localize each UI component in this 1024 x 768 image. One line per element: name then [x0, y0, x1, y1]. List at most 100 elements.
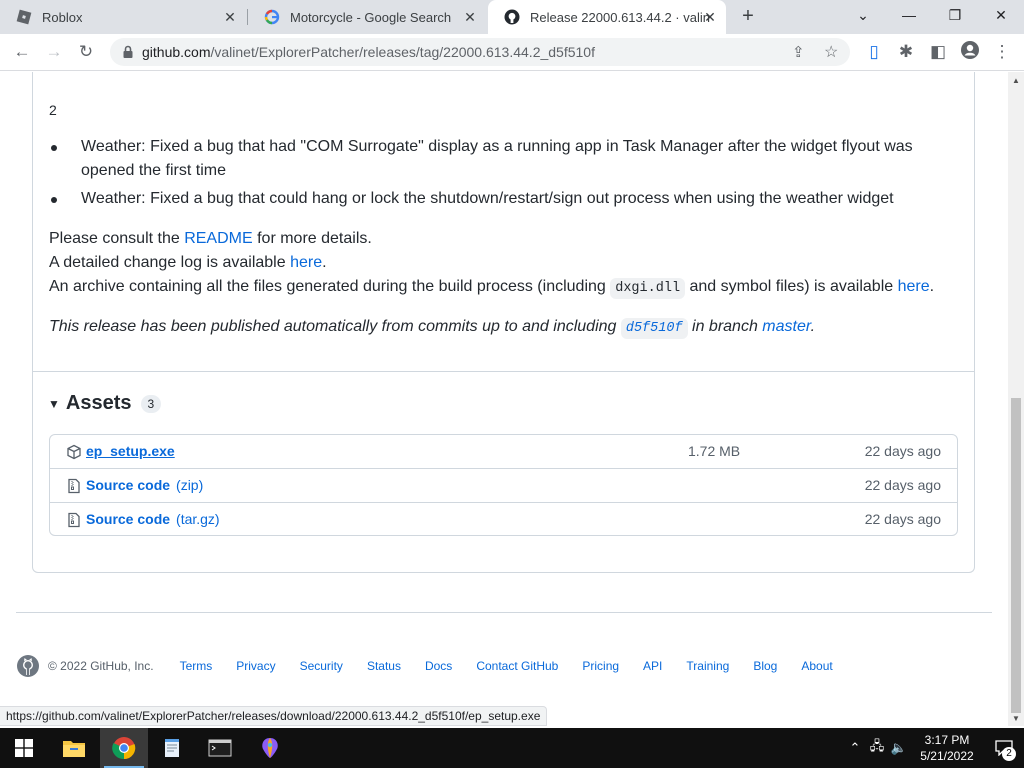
share-icon[interactable]: ⇪: [792, 43, 805, 61]
notepad-app[interactable]: [148, 728, 196, 768]
paint-app[interactable]: [246, 728, 294, 768]
assets-count-badge: 3: [140, 394, 162, 413]
profile-avatar-icon[interactable]: [958, 40, 982, 64]
tab-roblox[interactable]: Roblox ✕: [0, 0, 246, 34]
chrome-icon: [112, 737, 136, 760]
clock[interactable]: 3:17 PM 5/21/2022: [910, 732, 984, 764]
file-zip-icon: [66, 478, 82, 494]
footer-link-contact[interactable]: Contact GitHub: [476, 659, 558, 673]
text: Please consult the: [49, 230, 185, 247]
asset-date: 22 days ago: [864, 511, 941, 527]
close-tab-icon[interactable]: ✕: [462, 9, 478, 25]
file-explorer-app[interactable]: [50, 728, 98, 768]
changelog-link[interactable]: here: [290, 254, 322, 271]
asset-row: ep_setup.exe 1.72 MB 22 days ago: [50, 435, 957, 468]
notification-center-button[interactable]: 2: [984, 728, 1024, 768]
browser-toolbar: ← → ↻ github.com/valinet/ExplorerPatcher…: [0, 34, 1024, 71]
branch-link[interactable]: master: [762, 318, 810, 335]
footer-link-terms[interactable]: Terms: [180, 659, 213, 673]
bookmark-star-icon[interactable]: ☆: [824, 42, 838, 62]
archive-link[interactable]: here: [898, 278, 930, 295]
dxgi-code: dxgi.dll: [610, 278, 686, 299]
command-prompt-app[interactable]: [196, 728, 244, 768]
link-status-bubble: https://github.com/valinet/ExplorerPatch…: [0, 706, 548, 726]
caret-down-icon: ▼: [48, 396, 60, 411]
url-text[interactable]: github.com/valinet/ExplorerPatcher/relea…: [142, 44, 595, 60]
footer-link-docs[interactable]: Docs: [425, 659, 452, 673]
restore-button[interactable]: ❐: [932, 0, 978, 30]
asset-size: 1.72 MB: [688, 443, 741, 459]
asset-link-source-zip[interactable]: Source code (zip): [86, 477, 203, 493]
text: in branch: [687, 318, 763, 335]
asset-link-ep-setup[interactable]: ep_setup.exe: [86, 443, 175, 459]
footer-link-security[interactable]: Security: [300, 659, 343, 673]
forward-button[interactable]: →: [42, 40, 66, 64]
close-tab-icon[interactable]: ✕: [222, 9, 238, 25]
roblox-icon: [16, 9, 32, 25]
commit-link[interactable]: d5f510f: [620, 318, 688, 339]
notification-count-badge: 2: [1002, 747, 1016, 761]
footer-link-training[interactable]: Training: [686, 659, 729, 673]
extensions-puzzle-icon[interactable]: ✱: [894, 40, 918, 64]
volume-icon[interactable]: 🔈: [888, 740, 910, 756]
asset-link-source-targz[interactable]: Source code (tar.gz): [86, 511, 220, 527]
clock-time: 3:17 PM: [924, 733, 970, 747]
text: and symbol files) is available: [685, 278, 898, 295]
start-button[interactable]: [0, 728, 48, 768]
text: .: [322, 254, 327, 271]
page-content: 2 Weather: Fixed a bug that had "COM Sur…: [0, 72, 1008, 726]
text: .: [929, 278, 935, 295]
text: for more details.: [252, 230, 372, 247]
reload-button[interactable]: ↻: [74, 40, 98, 64]
extension-icon[interactable]: ▯: [862, 40, 886, 64]
tab-title: Roblox: [42, 9, 83, 25]
lock-icon[interactable]: [120, 44, 136, 60]
scroll-down-arrow-icon[interactable]: ▼: [1012, 714, 1020, 723]
release-number: 2: [49, 102, 57, 118]
assets-toggle[interactable]: ▼ Assets 3: [48, 392, 162, 415]
footer-link-about[interactable]: About: [801, 659, 832, 673]
footer-link-status[interactable]: Status: [367, 659, 401, 673]
close-window-button[interactable]: ✕: [978, 0, 1024, 30]
archive-line: An archive containing all the files gene…: [49, 275, 934, 301]
scroll-up-arrow-icon[interactable]: ▲: [1012, 76, 1020, 85]
list-item: Weather: Fixed a bug that had "COM Surro…: [48, 135, 928, 183]
tab-title: Motorcycle - Google Search: [290, 9, 452, 25]
back-button[interactable]: ←: [10, 40, 34, 64]
scrollbar-thumb[interactable]: [1011, 398, 1021, 713]
footer-link-api[interactable]: API: [643, 659, 662, 673]
side-panel-icon[interactable]: ◧: [926, 40, 950, 64]
asset-ext: (tar.gz): [176, 511, 220, 527]
system-tray: ⌃ 🖧 🔈 3:17 PM 5/21/2022 2: [844, 728, 1024, 768]
page-scrollbar[interactable]: ▲ ▼: [1008, 72, 1024, 726]
minimize-button[interactable]: —: [886, 0, 932, 30]
close-tab-icon[interactable]: ✕: [702, 9, 718, 25]
notepad-icon: [165, 739, 179, 757]
paint-icon: [262, 738, 278, 758]
text: .: [810, 318, 816, 335]
tab-google-search[interactable]: Motorcycle - Google Search ✕: [248, 0, 486, 34]
clock-date: 5/21/2022: [920, 749, 974, 763]
readme-link[interactable]: README: [184, 230, 252, 247]
address-bar[interactable]: github.com/valinet/ExplorerPatcher/relea…: [110, 38, 850, 66]
github-logo-icon[interactable]: [16, 654, 40, 678]
network-icon[interactable]: 🖧: [866, 737, 888, 759]
chrome-app[interactable]: [100, 728, 148, 768]
terminal-icon: [208, 739, 232, 757]
tab-title: Release 22000.613.44.2 · valinet/Explore…: [530, 9, 710, 25]
tab-github-release[interactable]: Release 22000.613.44.2 · valinet/Explore…: [488, 0, 726, 34]
footer-link-blog[interactable]: Blog: [753, 659, 777, 673]
tab-search-icon[interactable]: ⌄: [840, 0, 886, 30]
chevron-up-icon[interactable]: ⌃: [844, 740, 866, 756]
folder-icon: [63, 741, 85, 757]
new-tab-button[interactable]: +: [738, 6, 758, 26]
footer-link-pricing[interactable]: Pricing: [582, 659, 619, 673]
asset-date: 22 days ago: [864, 477, 941, 493]
divider: [33, 371, 974, 372]
footer-link-privacy[interactable]: Privacy: [236, 659, 275, 673]
changelog-line: A detailed change log is available here.: [49, 251, 327, 275]
asset-row: Source code (zip) 22 days ago: [50, 468, 957, 501]
menu-kebab-icon[interactable]: ⋮: [990, 40, 1014, 64]
footer: © 2022 GitHub, Inc. Terms Privacy Securi…: [16, 654, 857, 678]
auto-publish-line: This release has been published automati…: [49, 315, 815, 341]
